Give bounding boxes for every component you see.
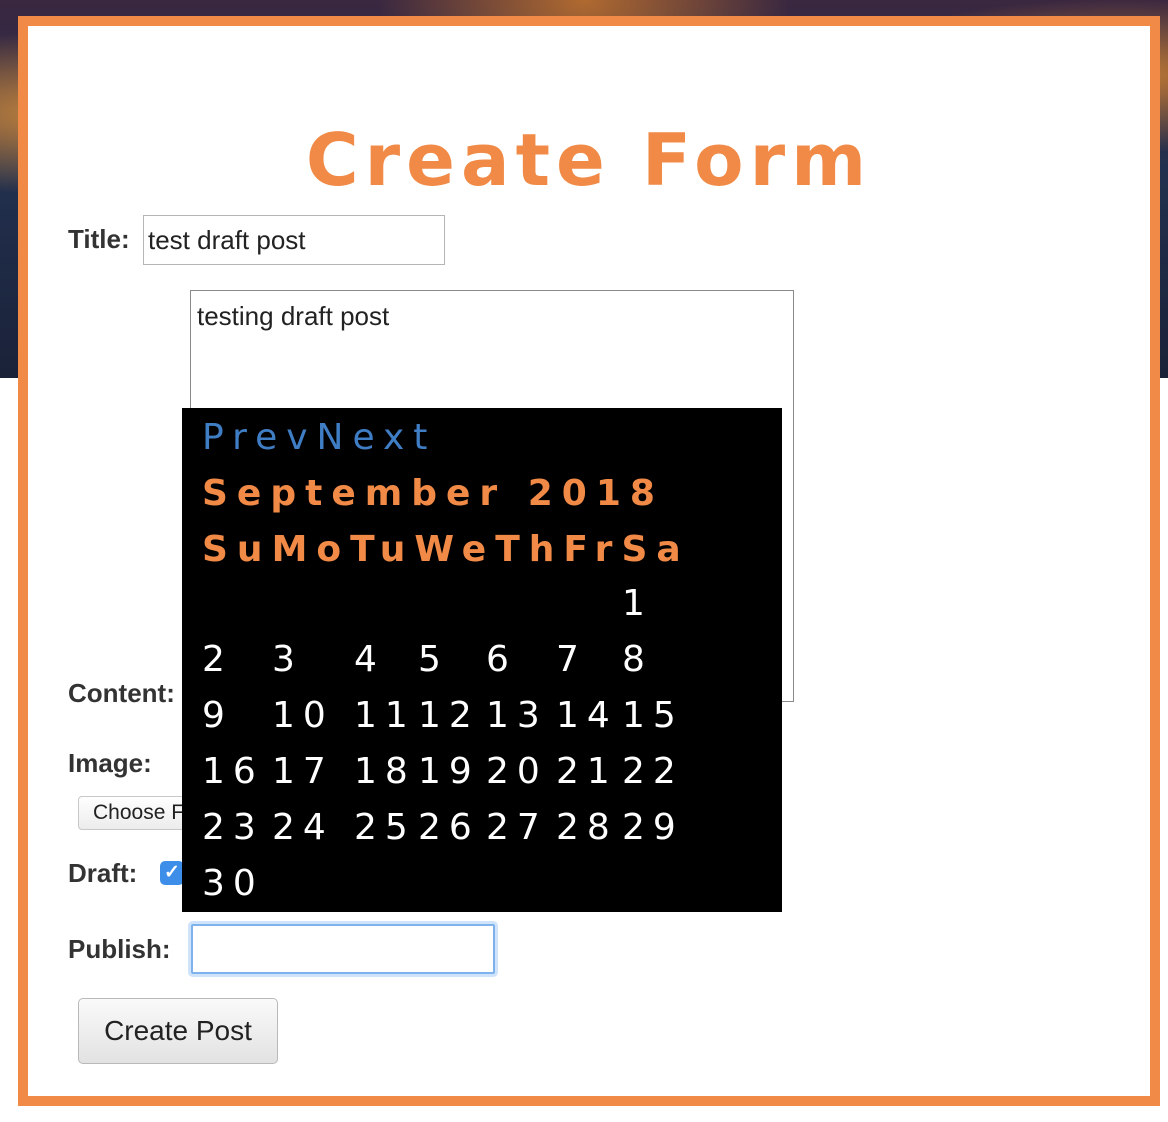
title-input[interactable]: [143, 215, 445, 265]
page-title: Create Form: [305, 118, 873, 202]
weekday-header: SuMoTuWeThFrSa: [202, 532, 690, 568]
calendar-day[interactable]: 19: [418, 754, 486, 810]
calendar-empty-cell: [354, 866, 418, 922]
next-month-link[interactable]: Next: [317, 417, 437, 458]
calendar-day[interactable]: 29: [622, 810, 694, 866]
calendar-day[interactable]: 7: [556, 642, 622, 698]
calendar-day[interactable]: 24: [272, 810, 354, 866]
calendar-day[interactable]: 2: [202, 642, 272, 698]
calendar-day[interactable]: 20: [486, 754, 556, 810]
calendar-day[interactable]: 13: [486, 698, 556, 754]
weekday-label: Fr: [563, 529, 622, 570]
weekday-label: Th: [495, 529, 564, 570]
calendar-empty-cell: [622, 866, 694, 922]
content-label: Content:: [68, 678, 175, 708]
calendar-day[interactable]: 5: [418, 642, 486, 698]
calendar-day[interactable]: 9: [202, 698, 272, 754]
weekday-label: We: [414, 529, 496, 570]
calendar-empty-cell: [486, 586, 556, 642]
calendar-day[interactable]: 8: [622, 642, 694, 698]
calendar-day[interactable]: 3: [272, 642, 354, 698]
calendar-day[interactable]: 15: [622, 698, 694, 754]
calendar-empty-cell: [272, 586, 354, 642]
calendar-empty-cell: [354, 586, 418, 642]
weekday-label: Su: [202, 529, 272, 570]
create-post-button[interactable]: Create Post: [78, 998, 278, 1064]
calendar-day[interactable]: 25: [354, 810, 418, 866]
calendar-day[interactable]: 11: [354, 698, 418, 754]
calendar-day[interactable]: 23: [202, 810, 272, 866]
calendar-day[interactable]: 4: [354, 642, 418, 698]
weekday-label: Mo: [271, 529, 351, 570]
calendar-day[interactable]: 1: [622, 586, 694, 642]
calendar-empty-cell: [556, 586, 622, 642]
image-label: Image:: [68, 748, 152, 778]
calendar-empty-cell: [556, 866, 622, 922]
calendar-day[interactable]: 17: [272, 754, 354, 810]
calendar-day[interactable]: 22: [622, 754, 694, 810]
calendar-day[interactable]: 28: [556, 810, 622, 866]
checkmark-icon: ✓: [164, 862, 180, 883]
calendar-day[interactable]: 21: [556, 754, 622, 810]
calendar-day[interactable]: 6: [486, 642, 556, 698]
calendar-empty-cell: [418, 866, 486, 922]
calendar-nav: PrevNext: [202, 420, 436, 456]
prev-month-link[interactable]: Prev: [202, 417, 317, 458]
calendar-empty-cell: [486, 866, 556, 922]
title-label: Title:: [68, 224, 130, 254]
calendar-empty-cell: [202, 586, 272, 642]
date-picker-calendar: PrevNext September 2018 SuMoTuWeThFrSa 1…: [182, 408, 782, 912]
calendar-empty-cell: [272, 866, 354, 922]
publish-label: Publish:: [68, 934, 171, 964]
calendar-day[interactable]: 27: [486, 810, 556, 866]
calendar-day[interactable]: 12: [418, 698, 486, 754]
calendar-day[interactable]: 10: [272, 698, 354, 754]
draft-label: Draft:: [68, 858, 138, 888]
calendar-day[interactable]: 14: [556, 698, 622, 754]
publish-date-input[interactable]: [191, 924, 495, 974]
calendar-day[interactable]: 26: [418, 810, 486, 866]
calendar-empty-cell: [418, 586, 486, 642]
weekday-label: Tu: [350, 529, 415, 570]
calendar-day[interactable]: 16: [202, 754, 272, 810]
calendar-day-grid: 1 2 3 4 5 6 7 8 9 10 11 12 13 14 15 16 17 18 19 20 21 22 23 24 2…: [202, 586, 742, 922]
calendar-month-title: September 2018: [202, 473, 664, 514]
calendar-day[interactable]: 30: [202, 866, 272, 922]
draft-checkbox[interactable]: ✓: [160, 861, 184, 885]
weekday-label: Sa: [621, 529, 690, 570]
calendar-day[interactable]: 18: [354, 754, 418, 810]
